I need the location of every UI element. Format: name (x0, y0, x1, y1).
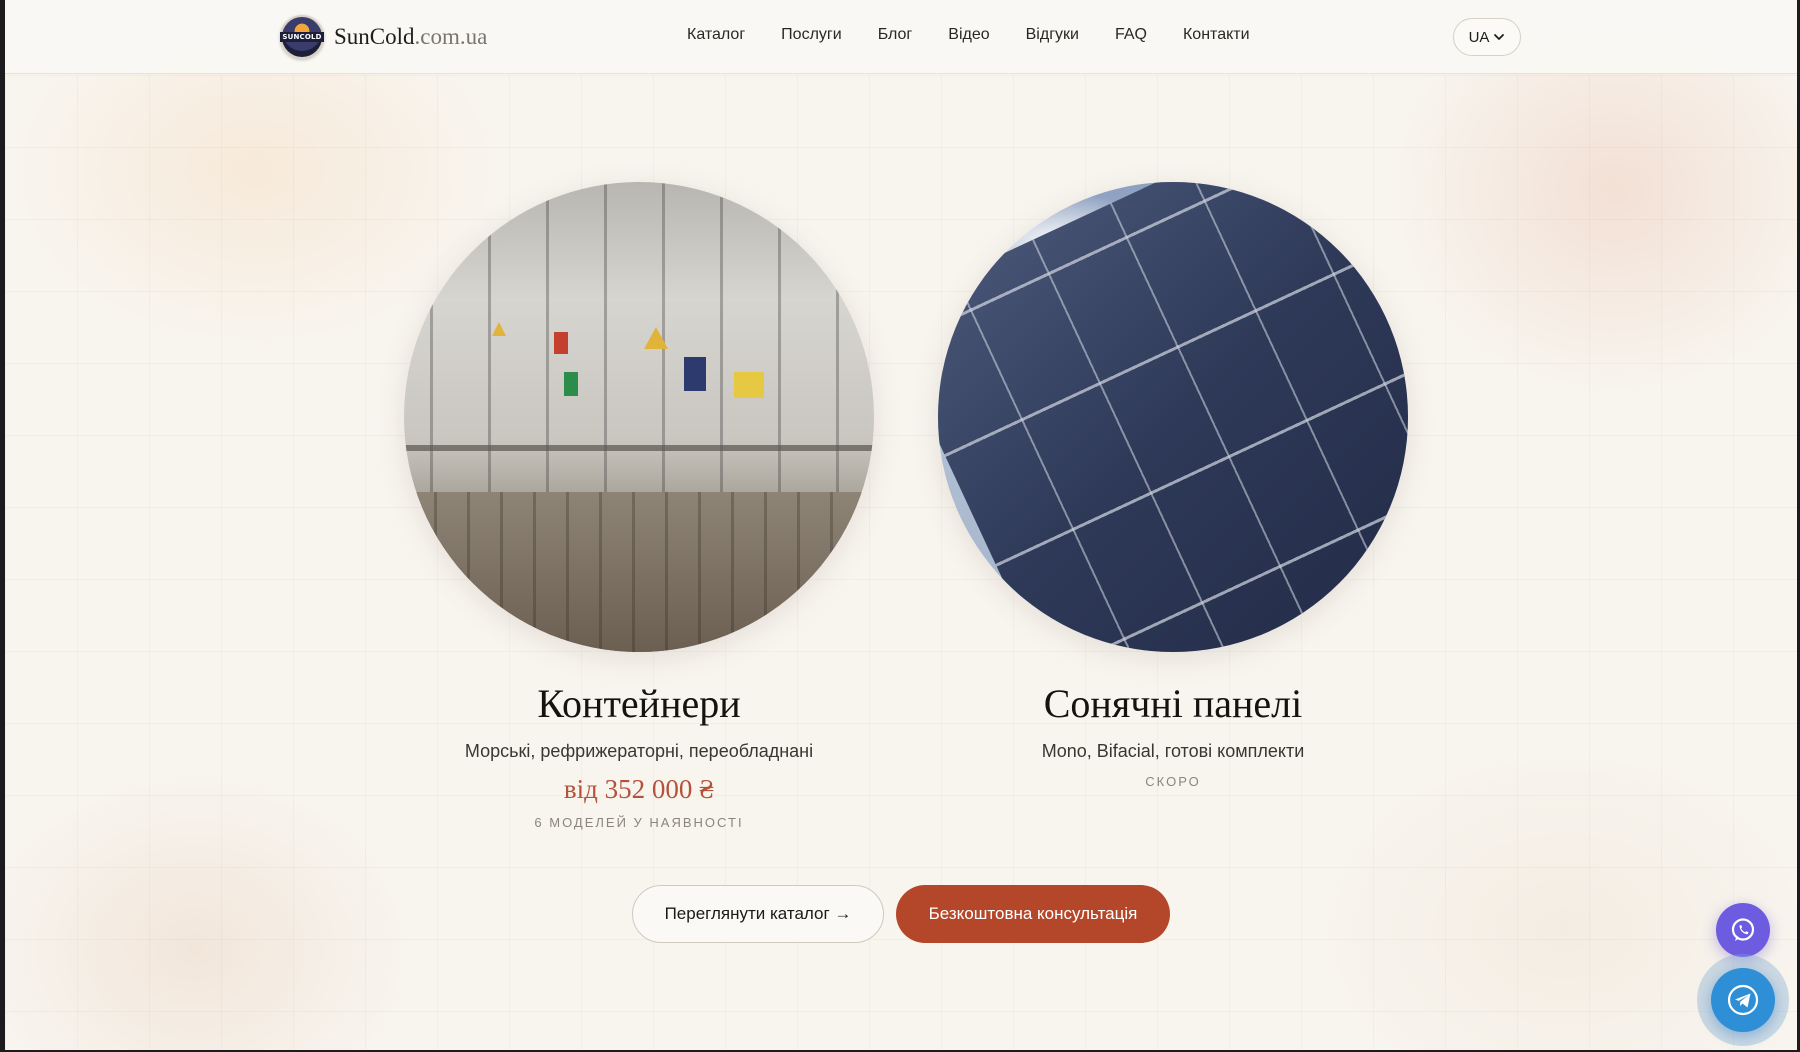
logo-badge-text: SUNCOLD (280, 32, 324, 42)
nav-video[interactable]: Відео (948, 26, 989, 44)
whatsapp-button[interactable] (1716, 903, 1770, 957)
nav-blog[interactable]: Блог (878, 26, 913, 44)
nav-faq[interactable]: FAQ (1115, 26, 1147, 44)
nav-services[interactable]: Послуги (781, 26, 842, 44)
card-coming-soon: СКОРО (1145, 774, 1201, 789)
card-price: від 352 000 ₴ (563, 774, 715, 804)
view-catalog-button[interactable]: Переглянути каталог → (632, 885, 884, 943)
card-title[interactable]: Контейнери (359, 680, 919, 727)
containers-image[interactable] (404, 182, 874, 652)
telegram-icon (1727, 984, 1759, 1016)
page: SUNCOLD SunCold.com.ua Каталог Послуги Б… (5, 0, 1797, 1050)
main-nav: Каталог Послуги Блог Відео Відгуки FAQ К… (687, 26, 1286, 44)
card-title[interactable]: Сонячні панелі (893, 680, 1453, 727)
product-card-containers[interactable]: Контейнери Морські, рефрижераторні, пере… (359, 182, 919, 830)
telegram-button[interactable] (1711, 968, 1775, 1032)
free-consultation-button[interactable]: Безкоштовна консультація (896, 885, 1170, 943)
nav-contacts[interactable]: Контакти (1183, 26, 1250, 44)
site-header: SUNCOLD SunCold.com.ua Каталог Послуги Б… (5, 0, 1797, 74)
brand-domain: .com.ua (414, 24, 488, 49)
brand-name-main: SunCold (334, 24, 415, 49)
product-card-solar-panels[interactable]: Сонячні панелі Mono, Bifacial, готові ко… (893, 182, 1453, 789)
telegram-button-halo (1697, 954, 1789, 1046)
card-subtitle: Морські, рефрижераторні, переобладнані (464, 741, 814, 761)
whatsapp-icon (1731, 918, 1755, 941)
language-label: UA (1468, 28, 1490, 46)
nav-reviews[interactable]: Відгуки (1026, 26, 1079, 44)
chevron-down-icon (1494, 34, 1505, 40)
card-subtitle: Mono, Bifacial, готові комплекти (1041, 741, 1305, 761)
logo-badge: SUNCOLD (280, 15, 324, 59)
brand-name: SunCold.com.ua (334, 24, 487, 50)
language-selector[interactable]: UA (1453, 18, 1521, 56)
solar-panels-image[interactable] (938, 182, 1408, 652)
card-availability: 6 МОДЕЛЕЙ У НАЯВНОСТІ (534, 815, 744, 830)
logo[interactable]: SUNCOLD SunCold.com.ua (280, 15, 487, 59)
nav-catalog[interactable]: Каталог (687, 26, 745, 44)
